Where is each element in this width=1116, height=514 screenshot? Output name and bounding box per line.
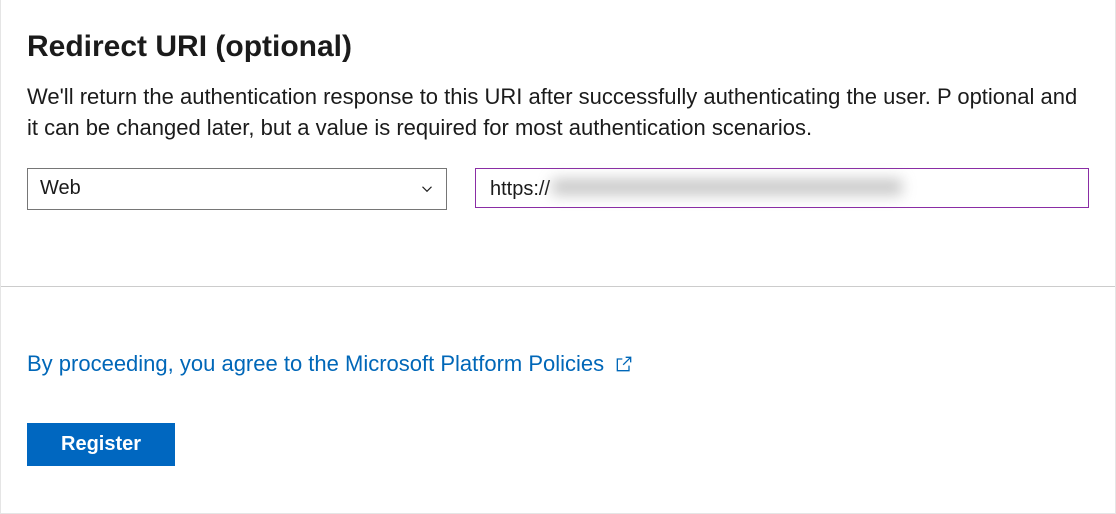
register-button[interactable]: Register [27, 423, 175, 466]
platform-select-value: Web [40, 177, 81, 200]
platform-select[interactable]: Web [27, 168, 447, 210]
section-description: We'll return the authentication response… [27, 82, 1089, 144]
external-link-icon [614, 354, 634, 374]
platform-policies-link[interactable]: By proceeding, you agree to the Microsof… [27, 351, 634, 377]
redirect-uri-panel: Redirect URI (optional) We'll return the… [0, 0, 1116, 514]
uri-redacted-value [552, 179, 902, 195]
uri-content: https:// [490, 175, 902, 201]
section-top: Redirect URI (optional) We'll return the… [1, 0, 1115, 144]
redirect-uri-input[interactable]: https:// [475, 168, 1089, 208]
section-heading: Redirect URI (optional) [27, 30, 1089, 64]
input-row: Web https:// [1, 168, 1115, 210]
policies-link-text: By proceeding, you agree to the Microsof… [27, 351, 604, 377]
bottom-section: By proceeding, you agree to the Microsof… [1, 287, 1115, 466]
uri-prefix: https:// [490, 178, 550, 201]
chevron-down-icon [418, 180, 436, 198]
